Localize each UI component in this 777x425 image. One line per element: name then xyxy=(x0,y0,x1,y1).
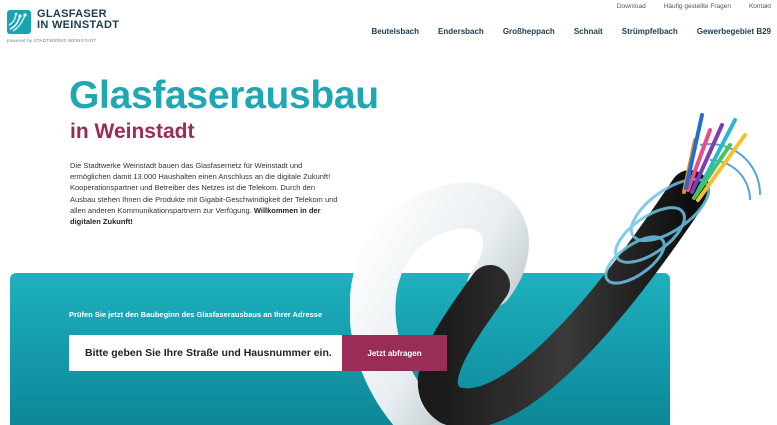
nav-item-struempfelbach[interactable]: Strümpfelbach xyxy=(622,27,678,36)
nav-item-endersbach[interactable]: Endersbach xyxy=(438,27,484,36)
fiber-logo-icon xyxy=(7,10,31,34)
utility-link-download[interactable]: Download xyxy=(617,3,646,10)
utility-link-contact[interactable]: Kontakt xyxy=(749,3,771,10)
nav-item-schnait[interactable]: Schnait xyxy=(574,27,603,36)
hero-subtitle: in Weinstadt xyxy=(70,120,195,143)
fiber-cable-illustration xyxy=(350,113,762,425)
logo-line-2: IN WEINSTADT xyxy=(37,19,120,31)
utility-link-faq[interactable]: Häufig gestellte Fragen xyxy=(664,3,731,10)
address-search-input[interactable] xyxy=(69,335,343,371)
check-address-button[interactable]: Jetzt abfragen xyxy=(342,335,447,371)
nav-item-grossheppach[interactable]: Großheppach xyxy=(503,27,555,36)
main-nav: Beutelsbach Endersbach Großheppach Schna… xyxy=(371,27,771,36)
hero-intro: Die Stadtwerke Weinstadt bauen das Glasf… xyxy=(70,160,340,227)
address-check-label: Prüfen Sie jetzt den Baubeginn des Glasf… xyxy=(69,310,323,319)
hero-title: Glasfaserausbau xyxy=(69,74,379,117)
site-logo[interactable]: GLASFASER IN WEINSTADT powered by STADTW… xyxy=(7,9,120,43)
logo-powered-by: powered by STADTWERKE WEINSTADT xyxy=(7,38,97,43)
nav-item-beutelsbach[interactable]: Beutelsbach xyxy=(371,27,419,36)
utility-nav: Download Häufig gestellte Fragen Kontakt xyxy=(617,3,771,10)
nav-item-gewerbegebiet-b29[interactable]: Gewerbegebiet B29 xyxy=(697,27,771,36)
